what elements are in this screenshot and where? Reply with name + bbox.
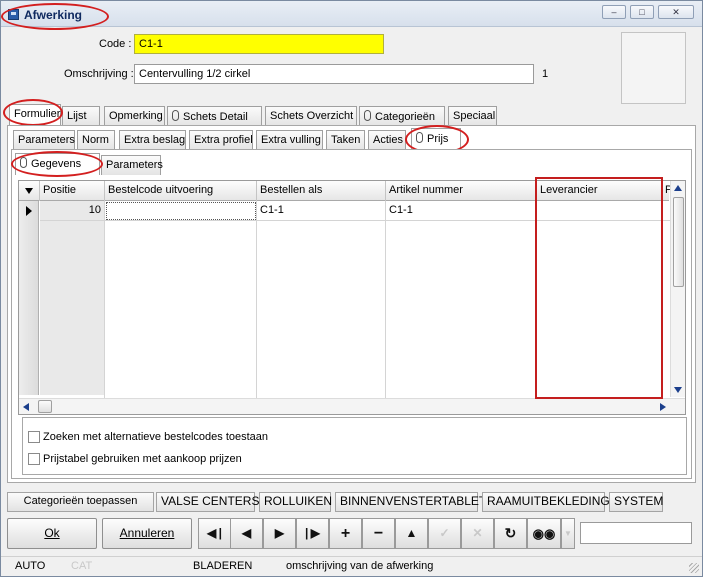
col-positie[interactable]: Positie (40, 181, 105, 201)
tab-parameters[interactable]: Parameters (13, 130, 75, 150)
window-title: Afwerking (24, 8, 83, 22)
tab-acties[interactable]: Acties (368, 130, 406, 150)
binoculars-icon[interactable]: ◉◉ (527, 518, 561, 549)
tab-taken[interactable]: Taken (326, 130, 365, 150)
delete-icon[interactable]: − (362, 518, 395, 549)
col-p[interactable]: P (662, 181, 670, 201)
window: Afwerking – □ ✕ Code : C1-1 Omschrijving… (0, 0, 703, 577)
search-input[interactable] (580, 522, 692, 544)
tab-norm[interactable]: Norm (77, 130, 115, 150)
col-separator (256, 201, 257, 398)
options-panel (22, 417, 687, 475)
col-bestellen-als[interactable]: Bestellen als (257, 181, 386, 201)
scroll-right-icon[interactable] (660, 403, 666, 411)
col-separator (104, 201, 105, 398)
tab-extra-profiel[interactable]: Extra profiel (189, 130, 253, 150)
tab-speciaal[interactable]: Speciaal (448, 106, 497, 126)
vertical-scrollbar[interactable] (670, 181, 685, 397)
category-rolluiken[interactable]: ROLLUIKEN (259, 492, 332, 512)
column-menu-icon (25, 188, 33, 194)
current-row-icon (26, 206, 32, 216)
category-system[interactable]: SYSTEM (609, 492, 663, 512)
price-table-label: Prijstabel gebruiken met aankoop prijzen (43, 453, 242, 465)
paperclip-icon (20, 157, 27, 168)
discard-icon[interactable]: ✕ (461, 518, 494, 549)
tab-extra-beslag[interactable]: Extra beslag (119, 130, 186, 150)
code-label: Code : (99, 38, 132, 50)
tab-gegevens[interactable]: Gegevens (15, 153, 100, 175)
col-separator (385, 201, 386, 398)
scroll-up-icon[interactable] (674, 185, 682, 191)
tab-opmerking[interactable]: Opmerking (104, 106, 165, 126)
image-preview (621, 32, 686, 104)
up-icon[interactable]: ▲ (395, 518, 428, 549)
omschrijving-field[interactable]: Centervulling 1/2 cirkel (134, 64, 534, 84)
tab-lijst[interactable]: Lijst (62, 106, 100, 126)
category-raamuitbekleding[interactable]: RAAMUITBEKLEDING (482, 492, 610, 512)
alt-codes-checkbox[interactable] (28, 431, 40, 443)
tab-schets-detail[interactable]: Schets Detail (167, 106, 262, 126)
category-binnenvenstertablet[interactable]: BINNENVENSTERTABLET (335, 492, 486, 512)
refresh-icon[interactable]: ↻ (494, 518, 527, 549)
cell-bestelcode[interactable] (106, 202, 256, 220)
tab-formulier[interactable]: Formulier (9, 104, 61, 126)
resize-grip-icon[interactable] (689, 563, 699, 573)
status-hint: omschrijving van de afwerking (286, 560, 434, 572)
status-cat: CAT (71, 560, 93, 572)
confirm-icon[interactable]: ✓ (428, 518, 461, 549)
grid-corner[interactable] (19, 181, 40, 201)
annotation-leverancier-box (535, 177, 663, 399)
paperclip-icon (416, 132, 423, 143)
scroll-down-icon[interactable] (674, 387, 682, 393)
cell-positie[interactable]: 10 (40, 202, 104, 220)
last-icon[interactable]: | ▶ (296, 518, 329, 549)
status-bar: AUTO CAT BLADEREN omschrijving van de af… (1, 556, 702, 576)
col-artikel-nummer[interactable]: Artikel nummer (386, 181, 537, 201)
next-icon[interactable]: ▶ (263, 518, 296, 549)
positie-column-bg (40, 201, 104, 395)
paperclip-icon (364, 110, 371, 121)
cancel-button[interactable]: Annuleren (102, 518, 192, 549)
title-bar[interactable]: Afwerking – □ ✕ (1, 1, 702, 27)
alt-codes-label: Zoeken met alternatieve bestelcodes toes… (43, 431, 269, 443)
tab-prijs[interactable]: Prijs (411, 128, 461, 150)
cell-artikel-nummer[interactable]: C1-1 (386, 202, 536, 220)
tab-extra-vulling[interactable]: Extra vulling (256, 130, 323, 150)
close-icon[interactable]: ✕ (658, 5, 694, 19)
cell-bestellen-als[interactable]: C1-1 (257, 202, 385, 220)
paperclip-icon (172, 110, 179, 121)
add-icon[interactable]: + (329, 518, 362, 549)
minimize-icon[interactable]: – (602, 5, 626, 19)
row-selector-column[interactable] (19, 201, 39, 395)
scroll-left-icon[interactable] (23, 403, 29, 411)
hscroll-thumb[interactable] (38, 400, 52, 413)
maximize-icon[interactable]: □ (630, 5, 654, 19)
app-icon (8, 9, 19, 20)
line-counter: 1 (542, 68, 549, 80)
tab-price-parameters[interactable]: Parameters (101, 155, 163, 175)
scroll-thumb[interactable] (673, 197, 684, 287)
first-icon[interactable]: ◀ | (198, 518, 231, 549)
apply-categories-button[interactable]: Categorieën toepassen (7, 492, 154, 512)
omschrijving-label: Omschrijving : (64, 68, 134, 80)
price-table-checkbox[interactable] (28, 453, 40, 465)
category-valse-centers[interactable]: VALSE CENTERS (156, 492, 259, 512)
col-bestelcode[interactable]: Bestelcode uitvoering (105, 181, 257, 201)
tab-categorieen[interactable]: Categorieën (359, 106, 445, 126)
search-dropdown-icon[interactable]: ▼ (561, 518, 575, 549)
status-state: BLADEREN (193, 560, 253, 572)
tab-schets-overzicht[interactable]: Schets Overzicht (265, 106, 357, 126)
ok-button[interactable]: Ok (7, 518, 97, 549)
horizontal-scrollbar[interactable] (19, 398, 685, 414)
prev-icon[interactable]: ◀ (230, 518, 263, 549)
code-field[interactable]: C1-1 (134, 34, 384, 54)
status-mode: AUTO (15, 560, 46, 572)
